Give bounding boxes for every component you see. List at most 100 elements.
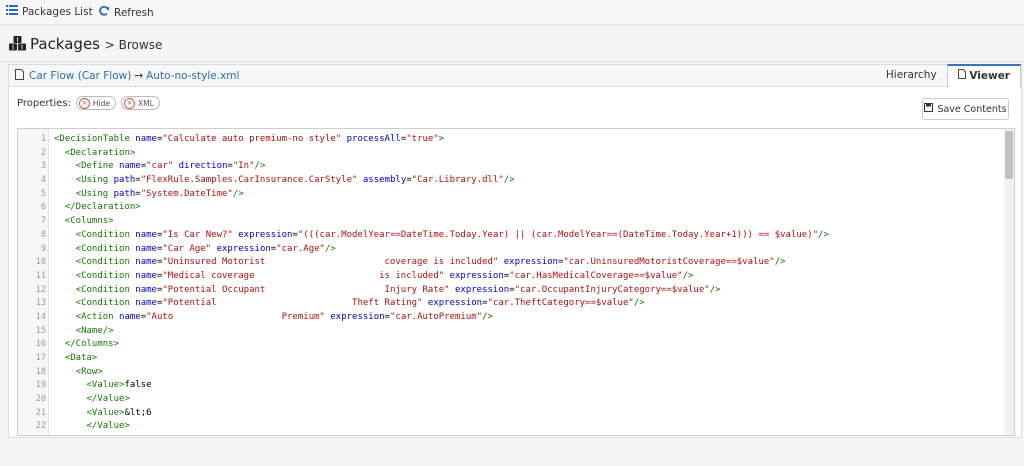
- code-line: 6 </Declaration>: [18, 201, 1008, 215]
- code-token-attr: expression: [232, 229, 293, 240]
- code-token-tag: />: [774, 257, 786, 268]
- code-token-tag: <Declaration>: [54, 147, 136, 158]
- code-token-val: "Car Age": [162, 243, 212, 254]
- code-token-tag: <Condition: [54, 229, 136, 240]
- tab-viewer-label: Viewer: [969, 70, 1010, 82]
- viewer-file-icon: [957, 69, 970, 82]
- code-line: 2 <Declaration>: [18, 147, 1008, 161]
- code-line-text: <Row>: [54, 366, 103, 380]
- line-number: 9: [40, 243, 46, 254]
- line-number: 11: [35, 270, 46, 281]
- code-token-attr: direction: [173, 161, 228, 172]
- package-viewer-panel: Car Flow (Car Flow) → Auto-no-style.xml …: [8, 64, 1022, 438]
- code-line: 3 <Define name="car" direction="In"/>: [18, 160, 1008, 174]
- breadcrumb-package-link[interactable]: Car Flow (Car Flow): [29, 70, 131, 82]
- line-number: 12: [35, 284, 46, 295]
- code-token-tag: <Condition: [54, 257, 136, 268]
- xml-toggle[interactable]: × XML: [121, 96, 160, 110]
- code-token-tag: <Name/>: [54, 325, 114, 336]
- code-line: 18 <Row>: [18, 366, 1008, 380]
- code-token-val: "car.HasMedicalCoverage==$value": [509, 270, 683, 281]
- code-token-tag: />: [232, 188, 244, 199]
- properties-bar: Properties: × Hide × XML: [17, 96, 160, 110]
- code-line-text: <Condition name="Uninsured Motorist cove…: [54, 256, 786, 270]
- code-line-text: <Action name="Auto Premium" expression="…: [54, 311, 493, 325]
- code-editor[interactable]: 1 <DecisionTable name="Calculate auto pre…: [17, 128, 1015, 436]
- packages-list-button[interactable]: Packages List: [6, 5, 93, 18]
- code-line: 11 <Condition name="Medical coverage is …: [18, 270, 1008, 284]
- code-token-tag: <Row>: [54, 366, 103, 377]
- line-number: 16: [35, 339, 46, 350]
- code-token-tag: <Using: [54, 175, 114, 186]
- code-token-tag: />: [254, 161, 266, 172]
- code-token-val: "System.DateTime": [140, 188, 233, 199]
- hide-toggle[interactable]: × Hide: [75, 96, 117, 110]
- code-token-attr: path: [113, 188, 136, 199]
- code-token-tag: <Action: [54, 311, 120, 322]
- code-line-text: <Condition name="Is Car New?" expression…: [54, 229, 829, 243]
- refresh-button[interactable]: Refresh: [98, 5, 154, 20]
- close-icon: ×: [124, 97, 136, 109]
- code-token-attr: path: [113, 175, 136, 186]
- code-token-val: "Potential Theft Rating": [162, 298, 423, 309]
- code-token-attr: expression: [211, 243, 271, 254]
- code-token-val: "Uninsured Motorist coverage is included…: [162, 257, 499, 268]
- page-title-text: Packages: [30, 35, 100, 53]
- code-token-tag: <Condition: [54, 243, 136, 254]
- code-token-attr: name: [135, 229, 157, 240]
- code-token-val: "FlexRule.Samples.CarInsurance.CarStyle": [140, 175, 358, 186]
- code-token-tag: />: [709, 284, 721, 295]
- tab-viewer[interactable]: Viewer: [946, 64, 1021, 88]
- hide-toggle-label: Hide: [92, 98, 111, 108]
- code-line: 17 <Data>: [18, 352, 1008, 366]
- line-number: 4: [40, 175, 46, 186]
- code-token-tag: />: [503, 175, 515, 186]
- code-token-val: "car.OccupantInjuryCategory==$value": [514, 284, 710, 295]
- code-line: 10 <Condition name="Uninsured Motorist c…: [18, 256, 1008, 270]
- top-toolbar: Packages List Refresh: [0, 0, 1024, 25]
- code-token-val: "car.Age": [276, 243, 325, 254]
- tab-hierarchy[interactable]: Hierarchy: [876, 65, 947, 86]
- code-line-text: </Value>: [54, 420, 130, 434]
- scrollbar-thumb[interactable]: [1005, 131, 1013, 179]
- refresh-label: Refresh: [114, 6, 154, 19]
- code-token-attr: expression: [449, 284, 510, 295]
- code-token-attr: expression: [498, 257, 558, 268]
- code-token-tag: />: [818, 229, 829, 240]
- file-icon: [15, 69, 24, 83]
- code-token-tag: <Condition: [54, 270, 136, 281]
- save-contents-button[interactable]: Save Contents: [922, 98, 1009, 120]
- code-line-text: <Value>&lt;6: [54, 407, 152, 421]
- code-token-tag: <Condition: [54, 284, 136, 295]
- breadcrumb-file-link[interactable]: Auto-no-style.xml: [146, 70, 239, 82]
- code-line-text: <DecisionTable name="Calculate auto prem…: [54, 133, 444, 147]
- line-number: 18: [35, 366, 46, 377]
- packages-icon: [9, 36, 26, 54]
- line-number: 21: [35, 407, 46, 418]
- code-token-val: "car": [146, 161, 174, 172]
- code-line-text: <Condition name="Car Age" expression="ca…: [54, 243, 336, 257]
- code-token-tag: />: [633, 298, 645, 309]
- refresh-icon: [98, 5, 110, 20]
- code-line: 14 <Action name="Auto Premium" expressio…: [18, 311, 1008, 325]
- code-token-attr: assembly: [357, 175, 407, 186]
- code-line-text: </Value>: [54, 393, 130, 407]
- code-line: 20 </Value>: [18, 393, 1008, 407]
- code-line-text: <Declaration>: [54, 147, 135, 161]
- editor-scrollbar[interactable]: [1004, 129, 1014, 435]
- line-number: 14: [35, 311, 46, 322]
- line-number: 6: [40, 202, 46, 213]
- code-token-val: "true": [406, 134, 439, 144]
- code-line-text: <Data>: [54, 352, 98, 366]
- code-line: 21 <Value>&lt;6: [18, 407, 1008, 421]
- code-line: 4 <Using path="FlexRule.Samples.CarInsur…: [18, 174, 1008, 188]
- line-number: 2: [40, 147, 46, 158]
- code-line: 5 <Using path="System.DateTime"/>: [18, 188, 1008, 202]
- code-token-attr: name: [119, 311, 141, 322]
- line-number: 22: [35, 421, 46, 432]
- code-token-val: "car.UninsuredMotoristCoverage==$value": [563, 257, 775, 268]
- code-token-attr: name: [119, 161, 141, 172]
- code-line-text: <Using path="FlexRule.Samples.CarInsuran…: [54, 174, 515, 188]
- code-token-tag: <DecisionTable: [54, 134, 136, 144]
- code-content[interactable]: 1 <DecisionTable name="Calculate auto pre…: [18, 133, 1008, 434]
